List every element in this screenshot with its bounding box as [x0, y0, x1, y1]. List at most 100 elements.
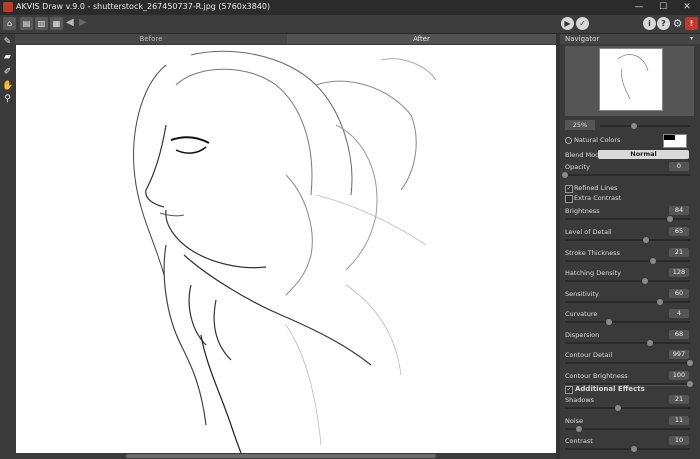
- info-icon[interactable]: i: [643, 17, 656, 30]
- pencil-icon[interactable]: ✎: [2, 37, 13, 48]
- help-icon[interactable]: ?: [657, 17, 670, 30]
- maximize-button[interactable]: ☐: [652, 1, 674, 14]
- settings-panel: Navigator ▾ 25% Natural Colors Blend Mod…: [560, 34, 700, 459]
- slider-knob[interactable]: [562, 172, 568, 178]
- print-icon[interactable]: ▦: [50, 17, 63, 30]
- navigator-header: Navigator ▾: [560, 34, 700, 44]
- additional-effects-label: Additional Effects: [575, 385, 645, 393]
- notifications-icon[interactable]: !: [685, 17, 698, 30]
- top-toolbar: ⌂ ▤ ▥ ▦ ◀ ▶ ▶ ✓ i ? ⚙ !: [0, 15, 700, 34]
- param-slider[interactable]: [565, 216, 690, 222]
- preview-image: [599, 48, 663, 111]
- scroll-thumb[interactable]: [126, 454, 436, 458]
- param-value-field[interactable]: 0: [669, 162, 689, 171]
- param-slider[interactable]: [565, 360, 693, 366]
- navigator-preview[interactable]: [565, 46, 694, 116]
- refined-lines-checkbox[interactable]: ✓: [565, 185, 573, 193]
- param-label: Contour Detail: [565, 351, 613, 359]
- extra-contrast-checkbox[interactable]: [565, 195, 573, 203]
- param-slider[interactable]: [565, 299, 690, 305]
- undo-icon[interactable]: ◀: [66, 17, 74, 28]
- param-label: Dispersion: [565, 331, 600, 339]
- open-icon[interactable]: ▤: [20, 17, 33, 30]
- param-value-field[interactable]: 68: [669, 330, 689, 339]
- apply-icon[interactable]: ✓: [576, 17, 589, 30]
- slider-knob[interactable]: [657, 299, 663, 305]
- collapse-icon[interactable]: ▾: [690, 34, 693, 44]
- blend-mode-select[interactable]: Normal: [598, 150, 689, 159]
- eraser-icon[interactable]: ▰: [2, 52, 13, 63]
- param-slider[interactable]: [565, 446, 690, 452]
- param-slider[interactable]: [565, 340, 690, 346]
- slider-knob[interactable]: [643, 237, 650, 243]
- param-value-field[interactable]: 84: [669, 206, 689, 215]
- param-slider[interactable]: [565, 426, 690, 432]
- color-swatch[interactable]: [663, 134, 687, 148]
- param-value-field[interactable]: 21: [669, 395, 689, 404]
- view-tabs: Before After: [15, 34, 556, 44]
- param-label: Opacity: [565, 163, 591, 171]
- param-value-field[interactable]: 128: [669, 268, 689, 277]
- navigator-title: Navigator: [565, 35, 600, 43]
- window-title: AKVIS Draw v.9.0 - shutterstock_26745073…: [16, 2, 271, 11]
- gear-icon[interactable]: ⚙: [671, 17, 684, 30]
- zoom-slider-knob[interactable]: [631, 123, 638, 129]
- home-icon[interactable]: ⌂: [3, 17, 16, 30]
- extra-contrast-label: Extra Contrast: [574, 194, 621, 202]
- brush-icon[interactable]: ✐: [2, 67, 13, 78]
- slider-knob[interactable]: [630, 446, 637, 452]
- param-value-field[interactable]: 100: [669, 371, 689, 380]
- redo-icon[interactable]: ▶: [79, 17, 87, 28]
- slider-knob[interactable]: [649, 258, 656, 264]
- param-value-field[interactable]: 10: [669, 436, 689, 445]
- param-label: Contour Brightness: [565, 372, 628, 380]
- additional-effects-checkbox[interactable]: ✓: [565, 386, 573, 394]
- title-bar: AKVIS Draw v.9.0 - shutterstock_26745073…: [0, 0, 700, 15]
- param-slider[interactable]: [565, 319, 690, 325]
- app-logo-icon: [3, 2, 13, 12]
- param-value-field[interactable]: 11: [669, 416, 689, 425]
- zoom-select[interactable]: 25%: [565, 120, 595, 130]
- slider-knob[interactable]: [687, 381, 693, 387]
- param-slider[interactable]: [565, 405, 690, 411]
- natural-colors-label: Natural Colors: [574, 136, 621, 144]
- zoom-icon[interactable]: ⚲: [2, 94, 13, 105]
- param-label: Level of Detail: [565, 228, 612, 236]
- hand-icon[interactable]: ✋: [2, 81, 13, 92]
- slider-knob[interactable]: [605, 319, 612, 325]
- image-canvas[interactable]: [16, 45, 556, 453]
- param-label: Shadows: [565, 396, 595, 404]
- param-slider[interactable]: [565, 278, 690, 284]
- close-button[interactable]: ✕: [676, 1, 698, 14]
- param-slider[interactable]: [565, 381, 693, 387]
- param-value-field[interactable]: 65: [669, 227, 689, 236]
- param-label: Hatching Density: [565, 269, 621, 277]
- save-icon[interactable]: ▥: [35, 17, 48, 30]
- minimize-button[interactable]: —: [628, 1, 650, 14]
- param-label: Sensitivity: [565, 290, 599, 298]
- slider-knob[interactable]: [575, 426, 582, 432]
- slider-knob[interactable]: [642, 278, 648, 284]
- refined-lines-label: Refined Lines: [574, 184, 618, 192]
- param-label: Noise: [565, 417, 584, 425]
- param-value-field[interactable]: 997: [669, 350, 689, 359]
- tab-before[interactable]: Before: [15, 34, 287, 44]
- param-slider[interactable]: [565, 237, 690, 243]
- tools-panel: ✎ ▰ ✐ ✋ ⚲: [0, 34, 15, 459]
- horizontal-scrollbar[interactable]: [16, 453, 556, 459]
- slider-knob[interactable]: [667, 216, 673, 222]
- zoom-slider[interactable]: [600, 123, 690, 129]
- run-icon[interactable]: ▶: [561, 17, 574, 30]
- tab-after[interactable]: After: [287, 34, 556, 44]
- param-slider[interactable]: [562, 172, 690, 178]
- slider-knob[interactable]: [614, 405, 621, 411]
- param-label: Curvature: [565, 310, 598, 318]
- param-value-field[interactable]: 21: [669, 248, 689, 257]
- param-value-field[interactable]: 4: [669, 309, 689, 318]
- param-value-field[interactable]: 60: [669, 289, 689, 298]
- param-slider[interactable]: [565, 258, 690, 264]
- natural-colors-radio[interactable]: [565, 137, 572, 144]
- slider-knob[interactable]: [647, 340, 653, 346]
- slider-knob[interactable]: [686, 360, 693, 366]
- sketch-image: [133, 50, 437, 453]
